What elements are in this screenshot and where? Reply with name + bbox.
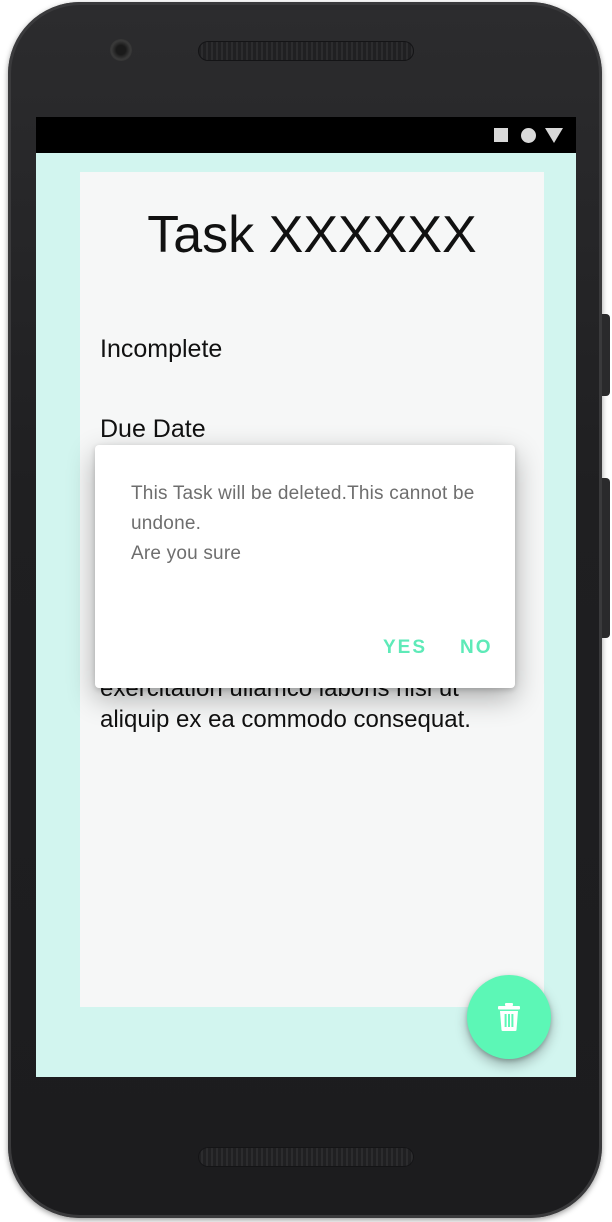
task-title: Task XXXXXX [147, 206, 477, 264]
status-bar [36, 117, 576, 153]
square-icon [494, 128, 508, 142]
power-button [602, 478, 610, 638]
triangle-icon [545, 128, 563, 143]
due-date-label: Due Date [100, 415, 206, 443]
top-speaker [198, 41, 414, 61]
no-button[interactable]: NO [460, 637, 493, 659]
task-status: Incomplete [100, 335, 223, 363]
delete-fab-button[interactable] [467, 975, 551, 1059]
app-screen: Task XXXXXX Incomplete Due Date enim ad … [36, 117, 576, 1077]
bottom-speaker [198, 1147, 414, 1167]
volume-button [602, 314, 610, 396]
yes-button[interactable]: YES [383, 637, 427, 659]
delete-confirm-dialog: This Task will be deleted.This cannot be… [95, 445, 515, 688]
circle-icon [521, 128, 536, 143]
front-camera [110, 39, 132, 61]
trash-icon [498, 1003, 520, 1031]
dialog-message: This Task will be deleted.This cannot be… [131, 483, 475, 564]
